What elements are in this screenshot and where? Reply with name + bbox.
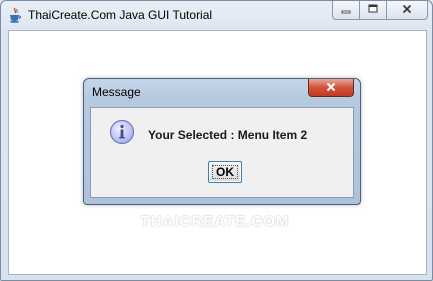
information-icon <box>109 119 135 145</box>
java-cup-icon[interactable] <box>8 7 22 23</box>
window-close-button[interactable] <box>386 1 428 20</box>
window-title: ThaiCreate.Com Java GUI Tutorial <box>28 8 213 22</box>
dialog-close-button[interactable] <box>308 79 354 97</box>
dialog-title: Message <box>92 85 141 99</box>
minimize-button[interactable] <box>332 1 360 20</box>
close-icon <box>325 79 337 97</box>
dialog-message: Your Selected : Menu Item 2 <box>148 128 308 142</box>
window-titlebar[interactable]: ThaiCreate.Com Java GUI Tutorial <box>1 1 432 29</box>
ok-button[interactable]: OK <box>208 161 242 183</box>
watermark: THAICREATE.COM <box>140 213 290 230</box>
dialog-body: Your Selected : Menu Item 2 OK <box>90 107 354 198</box>
focus-indicator <box>212 165 238 179</box>
close-icon <box>402 1 412 19</box>
window-controls <box>332 1 428 21</box>
maximize-button[interactable] <box>359 1 387 20</box>
minimize-icon <box>341 1 351 19</box>
message-dialog: Message Your Selected : Menu Item 2 OK <box>83 78 361 205</box>
maximize-icon <box>368 1 378 19</box>
